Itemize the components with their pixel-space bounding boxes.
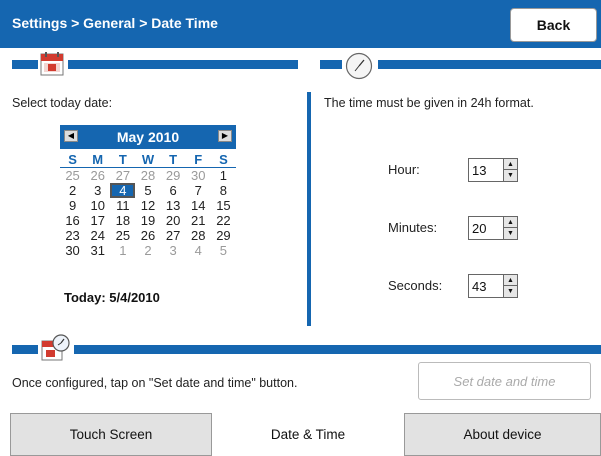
hour-stepper[interactable]: 13 ▲ ▼ <box>468 158 518 182</box>
date-section-bar-left <box>12 60 38 69</box>
calendar-header: ◀ May 2010 ▶ <box>60 125 236 149</box>
weekday-label: T <box>110 151 136 168</box>
weekday-label: S <box>60 151 86 168</box>
calendar-day[interactable]: 17 <box>85 213 110 228</box>
footer-section-bar-left <box>12 345 38 354</box>
minutes-label: Minutes: <box>388 220 438 235</box>
hour-label: Hour: <box>388 162 420 177</box>
calendar-day[interactable]: 28 <box>135 168 160 183</box>
weekday-label: S <box>210 151 236 168</box>
tab-about-device[interactable]: About device <box>404 413 601 456</box>
calendar: ◀ May 2010 ▶ S M T W T F S 25 26 27 28 2… <box>60 125 236 258</box>
seconds-stepper[interactable]: 43 ▲ ▼ <box>468 274 518 298</box>
seconds-decrement-icon[interactable]: ▼ <box>504 286 517 297</box>
calendar-day[interactable]: 27 <box>161 228 186 243</box>
calendar-day[interactable]: 22 <box>211 213 236 228</box>
select-date-label: Select today date: <box>12 96 113 110</box>
header-bar: Settings > General > Date Time Back <box>0 0 601 48</box>
calendar-day[interactable]: 30 <box>186 168 211 183</box>
time-section-bar-right <box>378 60 601 69</box>
calendar-day-selected[interactable]: 4 <box>110 183 136 198</box>
calendar-day[interactable]: 11 <box>110 198 135 213</box>
hour-value[interactable]: 13 <box>472 163 486 178</box>
calendar-day[interactable]: 16 <box>60 213 85 228</box>
calendar-day[interactable]: 3 <box>85 183 110 198</box>
calendar-day[interactable]: 21 <box>186 213 211 228</box>
calendar-day[interactable]: 12 <box>135 198 160 213</box>
calendar-day[interactable]: 26 <box>135 228 160 243</box>
weekday-label: M <box>85 151 111 168</box>
calendar-day[interactable]: 5 <box>211 243 236 258</box>
calendar-grid: S M T W T F S 25 26 27 28 29 30 1 2 3 4 … <box>60 151 236 258</box>
calendar-day[interactable]: 7 <box>186 183 211 198</box>
seconds-stepper-buttons: ▲ ▼ <box>503 275 517 297</box>
minutes-stepper-buttons: ▲ ▼ <box>503 217 517 239</box>
time-section-bar-left <box>320 60 342 69</box>
minutes-decrement-icon[interactable]: ▼ <box>504 228 517 239</box>
calendar-day[interactable]: 29 <box>211 228 236 243</box>
calendar-month-label: May 2010 <box>116 129 180 145</box>
calendar-day[interactable]: 20 <box>161 213 186 228</box>
hour-decrement-icon[interactable]: ▼ <box>504 170 517 181</box>
footer-section-bar-right <box>74 345 601 354</box>
back-button[interactable]: Back <box>510 8 597 42</box>
set-date-time-button[interactable]: Set date and time <box>418 362 591 400</box>
calendar-day[interactable]: 23 <box>60 228 85 243</box>
calendar-day[interactable]: 27 <box>110 168 135 183</box>
weekday-label: T <box>160 151 186 168</box>
calendar-day[interactable]: 15 <box>211 198 236 213</box>
weekday-label: F <box>185 151 211 168</box>
minutes-value[interactable]: 20 <box>472 221 486 236</box>
calendar-day[interactable]: 24 <box>85 228 110 243</box>
calendar-day[interactable]: 1 <box>110 243 135 258</box>
calendar-day[interactable]: 29 <box>161 168 186 183</box>
clock-icon <box>345 52 373 80</box>
calendar-day[interactable]: 8 <box>211 183 236 198</box>
calendar-day[interactable]: 26 <box>85 168 110 183</box>
footer-instruction: Once configured, tap on "Set date and ti… <box>12 376 298 390</box>
calendar-day[interactable]: 5 <box>135 183 160 198</box>
weekday-label: W <box>135 151 161 168</box>
calendar-day[interactable]: 1 <box>211 168 236 183</box>
calendar-day[interactable]: 14 <box>186 198 211 213</box>
calendar-day[interactable]: 28 <box>186 228 211 243</box>
calendar-day[interactable]: 30 <box>60 243 85 258</box>
hour-increment-icon[interactable]: ▲ <box>504 159 517 170</box>
calendar-day[interactable]: 2 <box>60 183 85 198</box>
minutes-stepper[interactable]: 20 ▲ ▼ <box>468 216 518 240</box>
date-section-bar-right <box>68 60 298 69</box>
seconds-value[interactable]: 43 <box>472 279 486 294</box>
breadcrumb: Settings > General > Date Time <box>12 15 218 31</box>
calendar-day[interactable]: 19 <box>135 213 160 228</box>
time-format-note: The time must be given in 24h format. <box>324 96 534 110</box>
hour-stepper-buttons: ▲ ▼ <box>503 159 517 181</box>
tab-date-time[interactable]: Date & Time <box>212 413 404 456</box>
calendar-icon <box>40 52 64 76</box>
calendar-day[interactable]: 2 <box>135 243 160 258</box>
calendar-day[interactable]: 3 <box>161 243 186 258</box>
today-label[interactable]: Today: 5/4/2010 <box>64 290 160 305</box>
calendar-day[interactable]: 10 <box>85 198 110 213</box>
calendar-day[interactable]: 25 <box>110 228 135 243</box>
calendar-clock-icon <box>41 334 70 361</box>
seconds-increment-icon[interactable]: ▲ <box>504 275 517 286</box>
minutes-increment-icon[interactable]: ▲ <box>504 217 517 228</box>
tab-touch-screen[interactable]: Touch Screen <box>10 413 212 456</box>
calendar-day[interactable]: 9 <box>60 198 85 213</box>
calendar-day[interactable]: 4 <box>186 243 211 258</box>
calendar-day[interactable]: 13 <box>161 198 186 213</box>
calendar-day[interactable]: 25 <box>60 168 85 183</box>
seconds-label: Seconds: <box>388 278 443 293</box>
calendar-day[interactable]: 18 <box>110 213 135 228</box>
next-month-button[interactable]: ▶ <box>218 130 232 142</box>
calendar-day[interactable]: 31 <box>85 243 110 258</box>
calendar-day[interactable]: 6 <box>161 183 186 198</box>
panel-divider <box>307 92 311 326</box>
